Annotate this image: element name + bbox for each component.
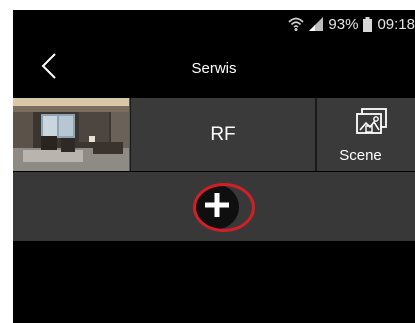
battery-percent: 93%	[328, 15, 359, 33]
status-bar: 93% 09:18	[13, 10, 415, 38]
rf-tile[interactable]: RF	[131, 98, 316, 171]
chevron-left-icon	[41, 52, 57, 85]
room-thumbnail[interactable]	[13, 98, 130, 171]
signal-icon	[309, 17, 324, 31]
status-indicators: 93% 09:18	[288, 14, 415, 34]
wifi-icon	[288, 16, 304, 32]
app-header: Serwis	[13, 38, 415, 98]
page-title: Serwis	[191, 59, 237, 77]
status-time: 09:18	[377, 15, 415, 33]
scene-tile[interactable]: Scene	[317, 98, 415, 171]
rf-label: RF	[210, 123, 236, 145]
add-button[interactable]	[195, 185, 239, 229]
app-screen: 93% 09:18 Serwis RF Scene	[13, 10, 415, 323]
scene-label: Scene	[339, 147, 382, 164]
add-row	[13, 172, 415, 241]
back-button[interactable]	[31, 50, 67, 86]
battery-icon	[363, 16, 373, 32]
plus-icon	[202, 190, 232, 225]
scene-icon	[354, 107, 390, 144]
tile-row: RF Scene	[13, 98, 415, 171]
